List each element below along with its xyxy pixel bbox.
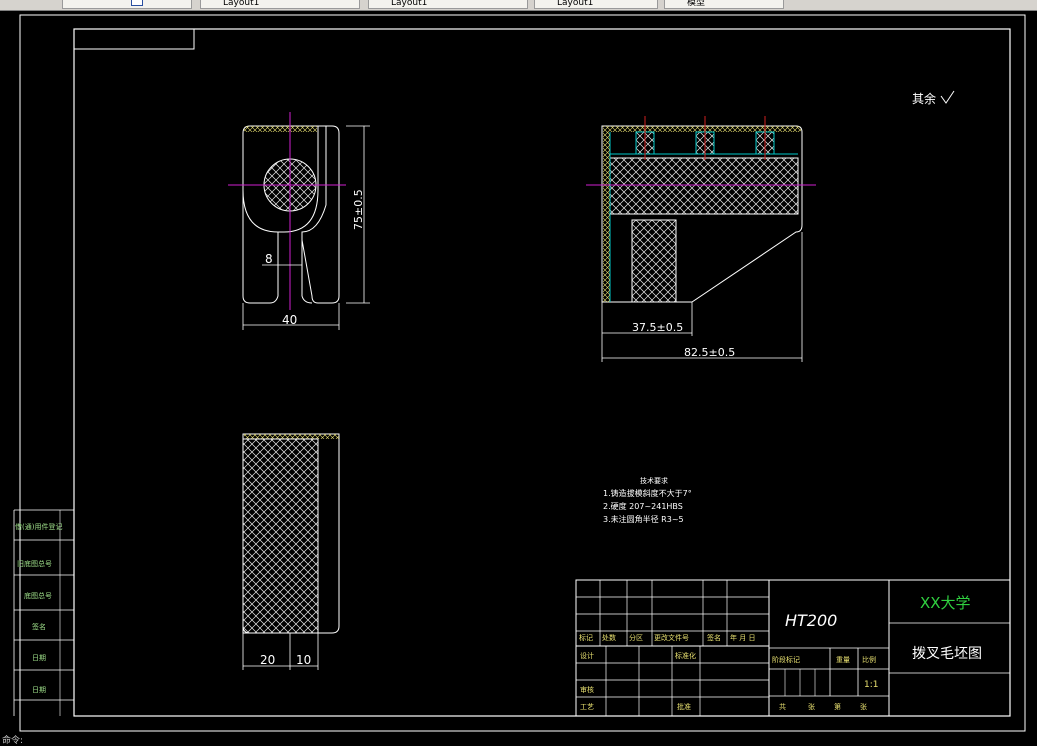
title-mid-label-2: 批准 (677, 702, 691, 711)
tech-req-title: 技术要求 (640, 476, 668, 485)
surface-roughness-note: 其余 (912, 91, 936, 106)
dim-front-height: 75±0.5 (352, 189, 365, 230)
sheet-total-suffix: 张 (808, 702, 815, 711)
title-mid-label-0: 标准化 (675, 651, 696, 660)
school-name: XX大学 (920, 594, 971, 612)
drawing-name: 拨叉毛坯图 (912, 646, 982, 662)
outer-sheet-border (19, 14, 1026, 732)
dim-bottom-b: 10 (296, 653, 311, 667)
tech-req-line1: 1.铸造拔模斜度不大于7° (603, 488, 692, 498)
stage-label: 阶段标记 (772, 655, 800, 664)
dim-hole-width: 8 (265, 252, 273, 266)
side-table-label-1: 旧底图总号 (17, 559, 52, 568)
sheet-number-suffix: 张 (860, 702, 867, 711)
title-row-label-0: 标记 (579, 633, 593, 642)
dim-front-width: 40 (282, 313, 297, 327)
drawing-canvas[interactable]: 8 40 75±0.5 37.5±0.5 82.5±0.5 其余 20 10 技… (0, 0, 1037, 742)
tech-req-line3: 3.未注圆角半径 R3~5 (603, 514, 684, 524)
weight-label: 重量 (836, 656, 850, 664)
title-left-label-2: 工艺 (580, 703, 594, 711)
title-left-label-1: 审核 (580, 685, 594, 694)
drawing-frame (73, 28, 1011, 717)
title-left-label-0: 设计 (580, 651, 594, 660)
roughness-check-icon (940, 90, 955, 104)
side-table-label-5: 日期 (32, 686, 46, 694)
bottom-view (242, 433, 340, 670)
material-text: HT200 (785, 611, 837, 630)
side-view (586, 116, 816, 362)
front-view (228, 112, 370, 330)
scale-value: 1:1 (864, 680, 878, 690)
title-row-label-1: 处数 (602, 633, 616, 642)
title-row-label-4: 签名 (707, 633, 721, 642)
tech-req-line2: 2.硬度 207~241HBS (603, 501, 683, 511)
side-table-label-3: 签名 (32, 622, 46, 631)
title-row-label-3: 更改文件号 (654, 633, 689, 642)
title-row-label-5: 年 月 日 (730, 633, 755, 642)
side-table-label-0: 借(通)用件登记 (15, 522, 62, 531)
side-table-label-4: 日期 (32, 654, 46, 662)
sheet-number-prefix: 第 (834, 702, 841, 711)
title-row-label-2: 分区 (629, 633, 643, 642)
scale-label: 比例 (862, 655, 876, 664)
code-box (73, 28, 195, 50)
command-line[interactable]: 命令: (2, 733, 23, 746)
side-table-label-2: 底图总号 (24, 591, 52, 600)
dim-side-long: 82.5±0.5 (684, 346, 735, 359)
dim-bottom-a: 20 (260, 653, 275, 667)
sheet-total-prefix: 共 (779, 702, 786, 711)
dim-side-short: 37.5±0.5 (632, 321, 683, 334)
